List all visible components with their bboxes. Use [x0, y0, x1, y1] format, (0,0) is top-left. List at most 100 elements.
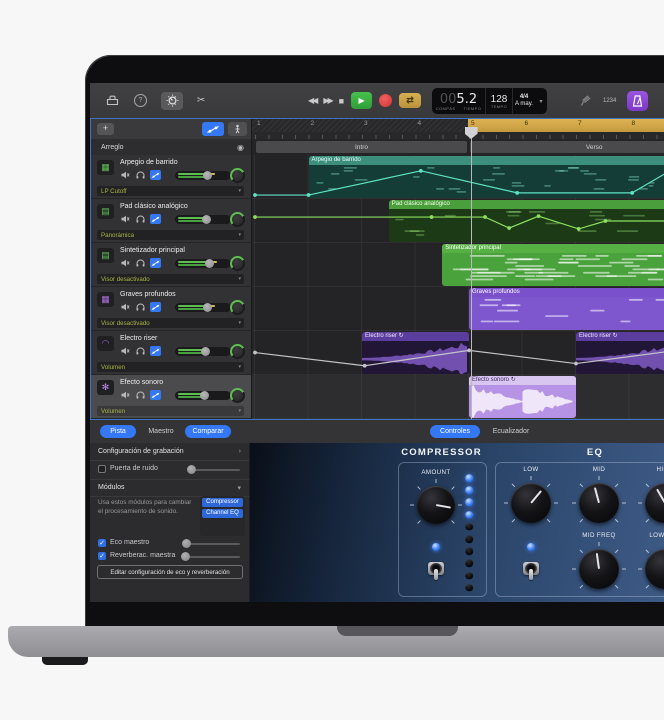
mute-button[interactable] [120, 258, 131, 268]
noise-gate-slider[interactable] [188, 469, 240, 471]
region[interactable]: Sintetizador principal [442, 244, 664, 286]
noise-gate-checkbox[interactable] [98, 465, 106, 473]
master-reverb-checkbox[interactable]: ✓ [98, 552, 106, 560]
tab-master[interactable]: Maestro [140, 425, 182, 438]
add-track-button[interactable]: + [97, 123, 114, 135]
high-knob[interactable] [645, 483, 664, 523]
region[interactable]: Pad clásico analógico [389, 200, 664, 242]
editors-scissors-icon[interactable]: ✂ [197, 95, 205, 106]
volume-slider[interactable] [175, 215, 231, 224]
track-header[interactable]: ▤ Sintetizador principal Visor desactiva… [91, 243, 251, 287]
plugin-pill[interactable]: Compressor [202, 498, 243, 507]
play-button[interactable]: ▶ [351, 92, 372, 109]
smart-controls-icon[interactable] [161, 92, 183, 110]
track-automation-button[interactable] [150, 390, 161, 400]
region[interactable]: Electro riser ↻ [576, 332, 664, 374]
pan-knob[interactable] [230, 344, 245, 359]
quick-help-icon[interactable]: ? [134, 94, 147, 107]
recording-settings-label: Configuración de grabación [98, 448, 184, 455]
automation-parameter-dropdown[interactable]: Volumen▾ [97, 406, 244, 416]
master-echo-checkbox[interactable]: ✓ [98, 539, 106, 547]
master-reverb-slider[interactable] [182, 556, 240, 558]
region[interactable]: Electro riser ↻ [362, 332, 469, 374]
master-echo-slider[interactable] [182, 543, 240, 545]
solo-button[interactable] [135, 346, 146, 356]
automation-parameter-dropdown[interactable]: Visor desactivado▾ [97, 318, 244, 328]
eq-power-switch[interactable] [521, 557, 541, 581]
rewind-button[interactable]: ◀◀ [308, 96, 316, 105]
tuning-fork-icon[interactable] [580, 95, 592, 107]
tab-track[interactable]: Pista [100, 425, 136, 438]
playhead[interactable] [471, 127, 472, 419]
track-header[interactable]: ▤ Pad clásico analógico Panorámica▾ [91, 199, 251, 243]
plugin-pill[interactable]: Channel EQ [202, 509, 243, 518]
catch-playhead-button[interactable] [228, 122, 247, 136]
lcd-tempo: 128 TEMPO [485, 88, 512, 114]
pan-knob[interactable] [230, 212, 245, 227]
solo-button[interactable] [135, 302, 146, 312]
region[interactable]: Arpegio de barrido [309, 156, 664, 198]
modules-row[interactable]: Módulos ▾ [90, 479, 249, 497]
solo-button[interactable] [135, 390, 146, 400]
volume-slider[interactable] [175, 303, 231, 312]
track-automation-button[interactable] [150, 346, 161, 356]
compare-button[interactable]: Comparar [185, 425, 231, 438]
lcd-display[interactable]: 005.2 COMPÁSTIEMPO 128 TEMPO 4/4A may. ▾ [432, 88, 547, 114]
automation-toggle-button[interactable] [202, 122, 224, 136]
low-knob[interactable] [511, 483, 551, 523]
record-button[interactable] [379, 94, 392, 107]
track-header[interactable]: ▦ Graves profundos Visor desactivado▾ [91, 287, 251, 331]
arrangement-menu-icon[interactable]: ◉ [237, 143, 244, 152]
tab-controls[interactable]: Controles [430, 425, 480, 438]
lcd-chevron-icon[interactable]: ▾ [535, 88, 547, 114]
automation-parameter-dropdown[interactable]: Volumen▾ [97, 362, 244, 372]
pan-knob[interactable] [230, 168, 245, 183]
metronome-button[interactable] [627, 91, 648, 111]
automation-parameter-dropdown[interactable]: Visor desactivado▾ [97, 274, 244, 284]
arrangement-section[interactable]: Intro [256, 141, 467, 153]
volume-slider[interactable] [175, 391, 231, 400]
track-automation-button[interactable] [150, 214, 161, 224]
ruler[interactable]: 12345678 [252, 119, 664, 132]
edit-echo-reverb-button[interactable]: Editar configuración de eco y reverberac… [97, 565, 243, 579]
cycle-button[interactable]: ⇄ [399, 93, 421, 108]
mute-button[interactable] [120, 214, 131, 224]
track-header[interactable]: ◠ Electro riser Volumen▾ [91, 331, 251, 375]
mute-button[interactable] [120, 302, 131, 312]
track-header[interactable]: ✻ Efecto sonoro Volumen▾ [91, 375, 251, 419]
pan-knob[interactable] [230, 256, 245, 271]
recording-settings-row[interactable]: Configuración de grabación › [90, 443, 249, 461]
volume-slider[interactable] [175, 259, 231, 268]
track-automation-button[interactable] [150, 170, 161, 180]
stop-button[interactable]: ■ [339, 96, 344, 106]
compressor-power-switch[interactable] [426, 557, 446, 581]
automation-parameter-dropdown[interactable]: Panorámica▾ [97, 230, 244, 240]
track-automation-button[interactable] [150, 258, 161, 268]
arrangement-section[interactable]: Verso [470, 141, 664, 153]
forward-button[interactable]: ▶▶ [323, 96, 331, 105]
pan-knob[interactable] [230, 300, 245, 315]
amount-knob[interactable] [417, 486, 455, 524]
library-icon[interactable] [104, 93, 120, 109]
mid-knob[interactable] [579, 483, 619, 523]
region[interactable]: Graves profundos [469, 288, 664, 330]
volume-slider[interactable] [175, 347, 231, 356]
volume-slider[interactable] [175, 171, 231, 180]
track-automation-button[interactable] [150, 302, 161, 312]
mid-freq-knob[interactable] [579, 549, 619, 589]
mute-button[interactable] [120, 170, 131, 180]
automation-parameter-dropdown[interactable]: LP Cutoff▾ [97, 186, 244, 196]
count-in-button[interactable]: 1234 [603, 98, 616, 104]
pan-knob[interactable] [230, 388, 245, 403]
tab-equalizer[interactable]: Ecualizador [484, 425, 538, 438]
mute-button[interactable] [120, 346, 131, 356]
solo-button[interactable] [135, 214, 146, 224]
mute-button[interactable] [120, 390, 131, 400]
low-cut-knob[interactable] [645, 549, 664, 589]
macbook-screen: ? ✂ ◀◀ ▶▶ ■ ▶ ⇄ [90, 83, 664, 602]
arrangement-track-header[interactable]: Arreglo ◉ [91, 139, 251, 156]
track-header[interactable]: ▦ Arpegio de barrido LP Cutoff▾ [91, 155, 251, 199]
solo-button[interactable] [135, 258, 146, 268]
solo-button[interactable] [135, 170, 146, 180]
region[interactable]: Efecto sonoro ↻ [469, 376, 576, 418]
